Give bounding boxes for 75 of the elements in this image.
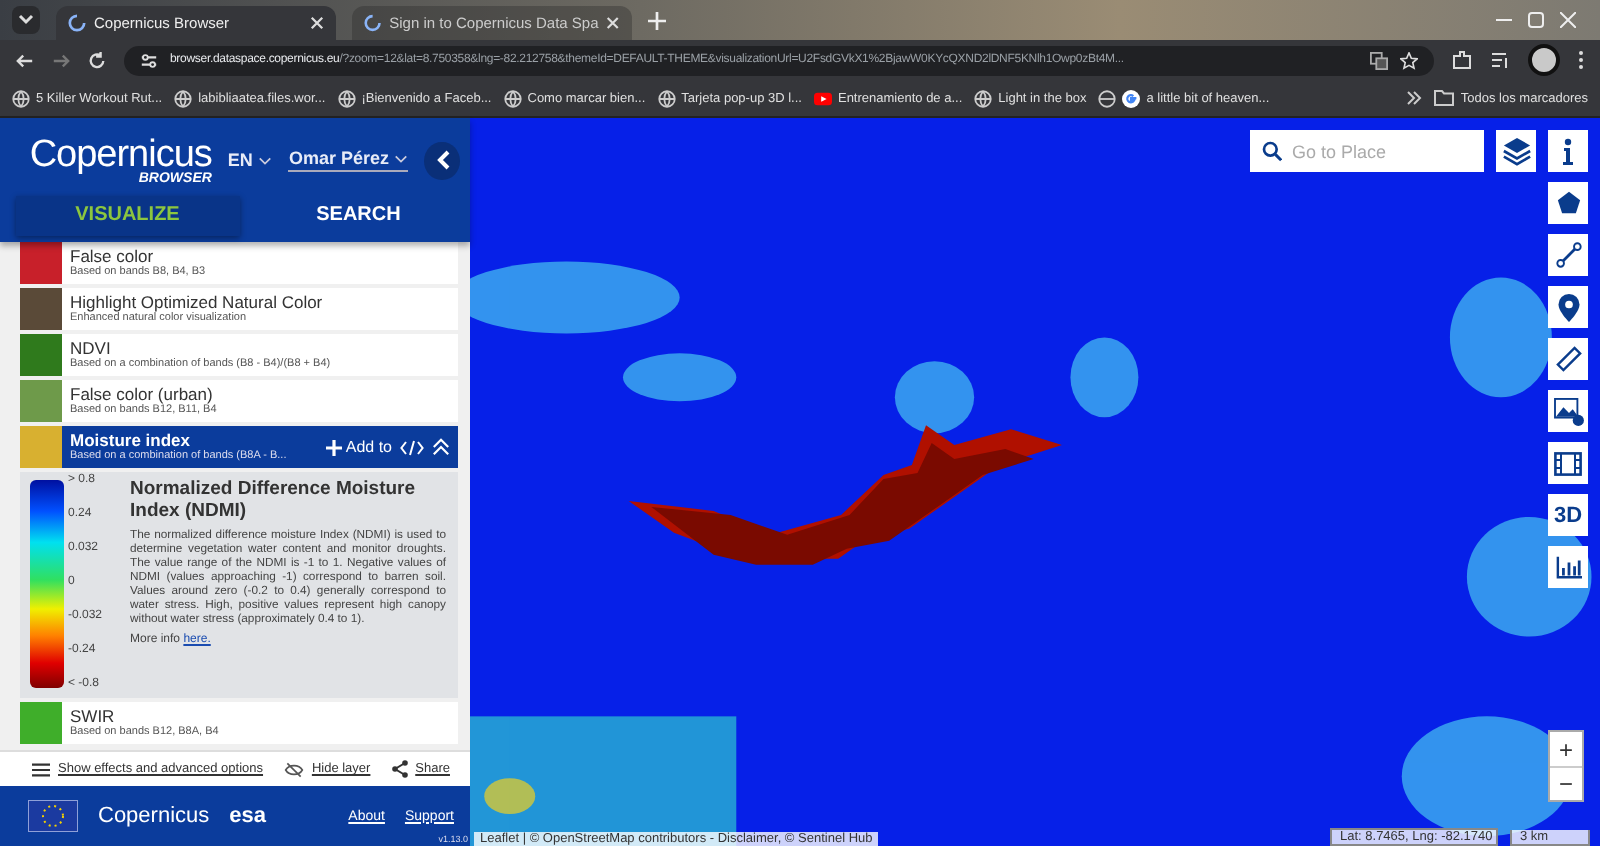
image-download-icon	[1553, 397, 1583, 425]
share-icon	[391, 760, 408, 778]
panel-tab[interactable]: VISUALIZE	[16, 196, 239, 236]
ruler-icon	[1555, 346, 1581, 372]
loading-icon	[364, 14, 382, 32]
eu-flag-icon	[28, 800, 78, 832]
minimize-icon[interactable]	[1496, 18, 1512, 22]
close-icon[interactable]	[310, 16, 324, 30]
extensions-icon[interactable]	[1452, 50, 1472, 70]
close-icon[interactable]	[606, 16, 620, 30]
layer-title: False color (urban)	[70, 385, 215, 404]
globe-icon	[657, 89, 676, 107]
layers-icon	[1501, 136, 1531, 166]
map-tool-button[interactable]	[1548, 338, 1588, 380]
globe-icon	[1098, 89, 1117, 107]
bar-chart-icon	[1555, 555, 1581, 579]
layer-title: SWIR	[70, 707, 117, 726]
map-tool-button[interactable]	[1548, 234, 1588, 276]
map-tool-button[interactable]	[1548, 390, 1588, 432]
loading-icon	[68, 14, 86, 32]
reload-icon[interactable]	[88, 51, 106, 69]
location-pin-icon	[1557, 293, 1579, 321]
g-logo-icon	[1122, 89, 1141, 107]
map-tool-button[interactable]	[1548, 182, 1588, 224]
video-icon	[813, 91, 832, 105]
film-icon	[1554, 451, 1582, 475]
add-to-button[interactable]: Add to	[325, 438, 392, 456]
map-tool-button[interactable]	[1548, 546, 1588, 588]
chevron-down-icon	[258, 155, 273, 165]
forward-icon[interactable]	[52, 51, 70, 69]
line-icon	[1555, 242, 1581, 268]
translate-icon[interactable]	[1370, 51, 1388, 69]
globe-icon	[12, 89, 30, 107]
panel-tab[interactable]: SEARCH	[247, 196, 470, 236]
sliders-icon	[32, 761, 50, 777]
back-icon[interactable]	[16, 51, 34, 69]
media-icon[interactable]	[1490, 50, 1510, 70]
chevron-down-icon	[394, 153, 409, 163]
globe-icon	[337, 89, 356, 107]
search-icon	[1262, 140, 1282, 162]
more-bookmarks-icon[interactable]	[1406, 90, 1423, 106]
new-tab-icon[interactable]	[648, 11, 666, 29]
copernicus-logo: Copernicus	[98, 804, 210, 828]
site-settings-icon[interactable]	[140, 51, 158, 69]
layer-title: False color	[70, 247, 156, 266]
place-search-field[interactable]: Go to Place	[1250, 130, 1484, 172]
layers-button[interactable]	[1496, 130, 1536, 172]
layer-title: NDVI	[70, 339, 113, 358]
plus-icon	[325, 439, 342, 455]
code-icon[interactable]	[400, 439, 424, 455]
globe-icon	[174, 89, 193, 107]
eye-slash-icon	[283, 761, 304, 777]
collapse-icon[interactable]	[432, 438, 450, 456]
layer-title: Moisture index	[70, 431, 192, 450]
map-tool-button[interactable]	[1548, 286, 1588, 328]
map-tool-button[interactable]: 3D	[1548, 494, 1588, 536]
layer-title: Highlight Optimized Natural Color	[70, 293, 325, 312]
folder-icon	[1434, 90, 1455, 106]
profile-avatar[interactable]	[1528, 44, 1560, 76]
map-tool-button[interactable]	[1548, 442, 1588, 484]
pentagon-icon	[1555, 190, 1581, 216]
tab-search-button[interactable]	[12, 6, 40, 34]
description-title: Normalized Difference Moisture Index (NDMI)	[130, 480, 418, 524]
language-dropdown[interactable]: EN	[227, 150, 273, 170]
user-dropdown[interactable]: Omar Pérez	[288, 148, 409, 172]
chevron-down-icon	[18, 14, 34, 26]
chevron-left-icon	[435, 150, 450, 170]
globe-icon	[974, 89, 993, 107]
restore-icon[interactable]	[1528, 12, 1544, 28]
esa-logo: esa	[229, 804, 266, 828]
map-tool-button[interactable]	[1548, 130, 1588, 172]
globe-icon	[503, 89, 522, 107]
menu-icon[interactable]	[1578, 50, 1584, 70]
collapse-panel-button[interactable]	[424, 141, 460, 179]
star-icon[interactable]	[1400, 51, 1418, 69]
